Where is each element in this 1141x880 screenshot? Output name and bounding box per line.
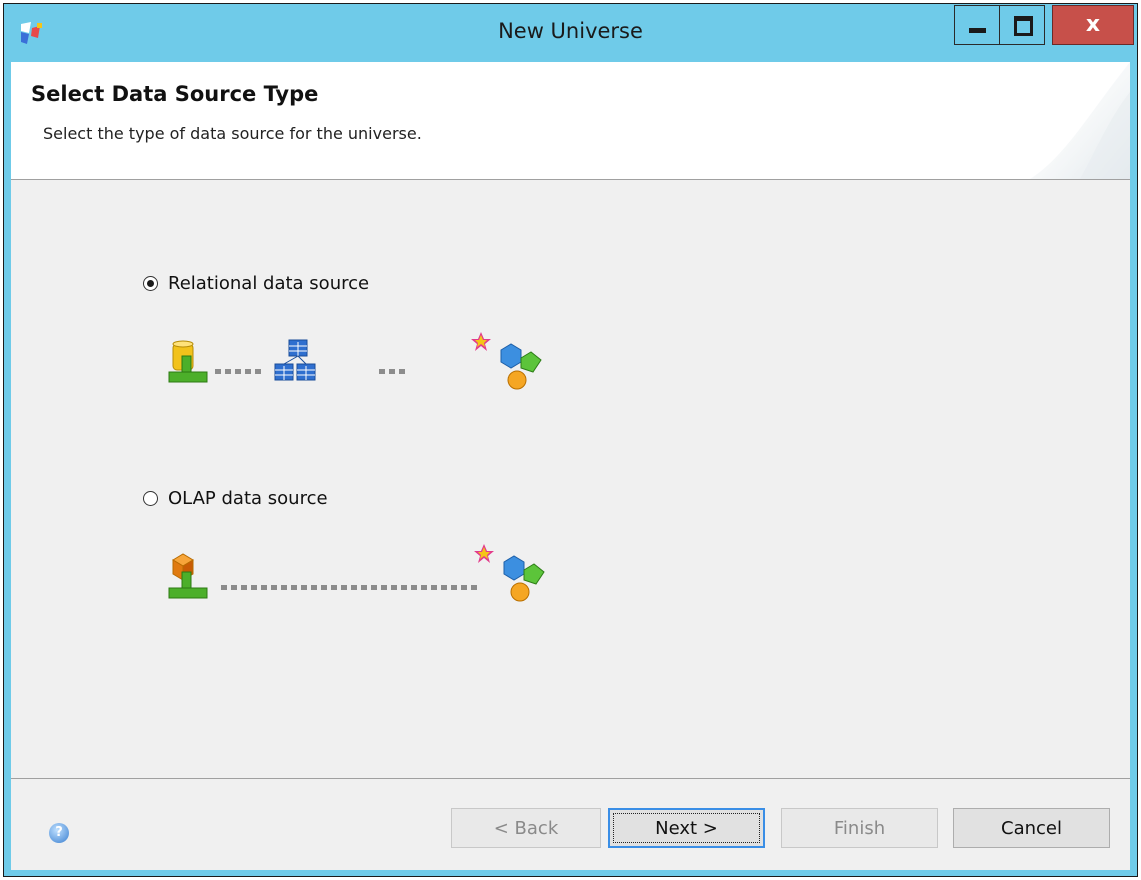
olap-cube-connection-icon	[168, 553, 208, 599]
header-decoration	[1030, 62, 1130, 179]
next-button[interactable]: Next >	[608, 808, 765, 848]
olap-radio[interactable]	[143, 491, 158, 506]
wizard-header: Select Data Source Type Select the type …	[11, 62, 1130, 180]
finish-button[interactable]: Finish	[781, 808, 938, 848]
olap-business-layer-icon	[474, 544, 545, 602]
relational-diagram	[168, 339, 405, 383]
footer-separator	[11, 778, 1130, 779]
close-icon: x	[1085, 12, 1101, 37]
relational-database-connection-icon	[168, 340, 208, 383]
focus-rectangle	[613, 813, 760, 843]
business-layer-icon	[471, 332, 542, 390]
minimize-icon	[969, 28, 986, 33]
relational-label: Relational data source	[168, 273, 370, 294]
back-button[interactable]: < Back	[451, 808, 601, 848]
title-bar[interactable]: New Universe x	[4, 4, 1137, 62]
olap-label: OLAP data source	[168, 488, 328, 509]
close-button[interactable]: x	[1052, 5, 1134, 45]
minimize-button[interactable]	[954, 5, 1000, 45]
olap-diagram	[168, 553, 477, 599]
page-title: Select Data Source Type	[31, 82, 319, 106]
relational-radio-option[interactable]: Relational data source	[143, 273, 369, 294]
data-foundation-tables-icon	[274, 339, 316, 381]
wizard-client-area: Select Data Source Type Select the type …	[11, 62, 1130, 870]
help-icon[interactable]: ?	[49, 823, 69, 843]
olap-radio-option[interactable]: OLAP data source	[143, 488, 328, 509]
cancel-button[interactable]: Cancel	[953, 808, 1110, 848]
maximize-button[interactable]	[999, 5, 1045, 45]
maximize-icon	[1014, 16, 1033, 36]
new-universe-window: New Universe x Select Data Source Type S…	[3, 3, 1138, 877]
relational-radio[interactable]	[143, 276, 158, 291]
page-subtitle: Select the type of data source for the u…	[43, 124, 422, 143]
